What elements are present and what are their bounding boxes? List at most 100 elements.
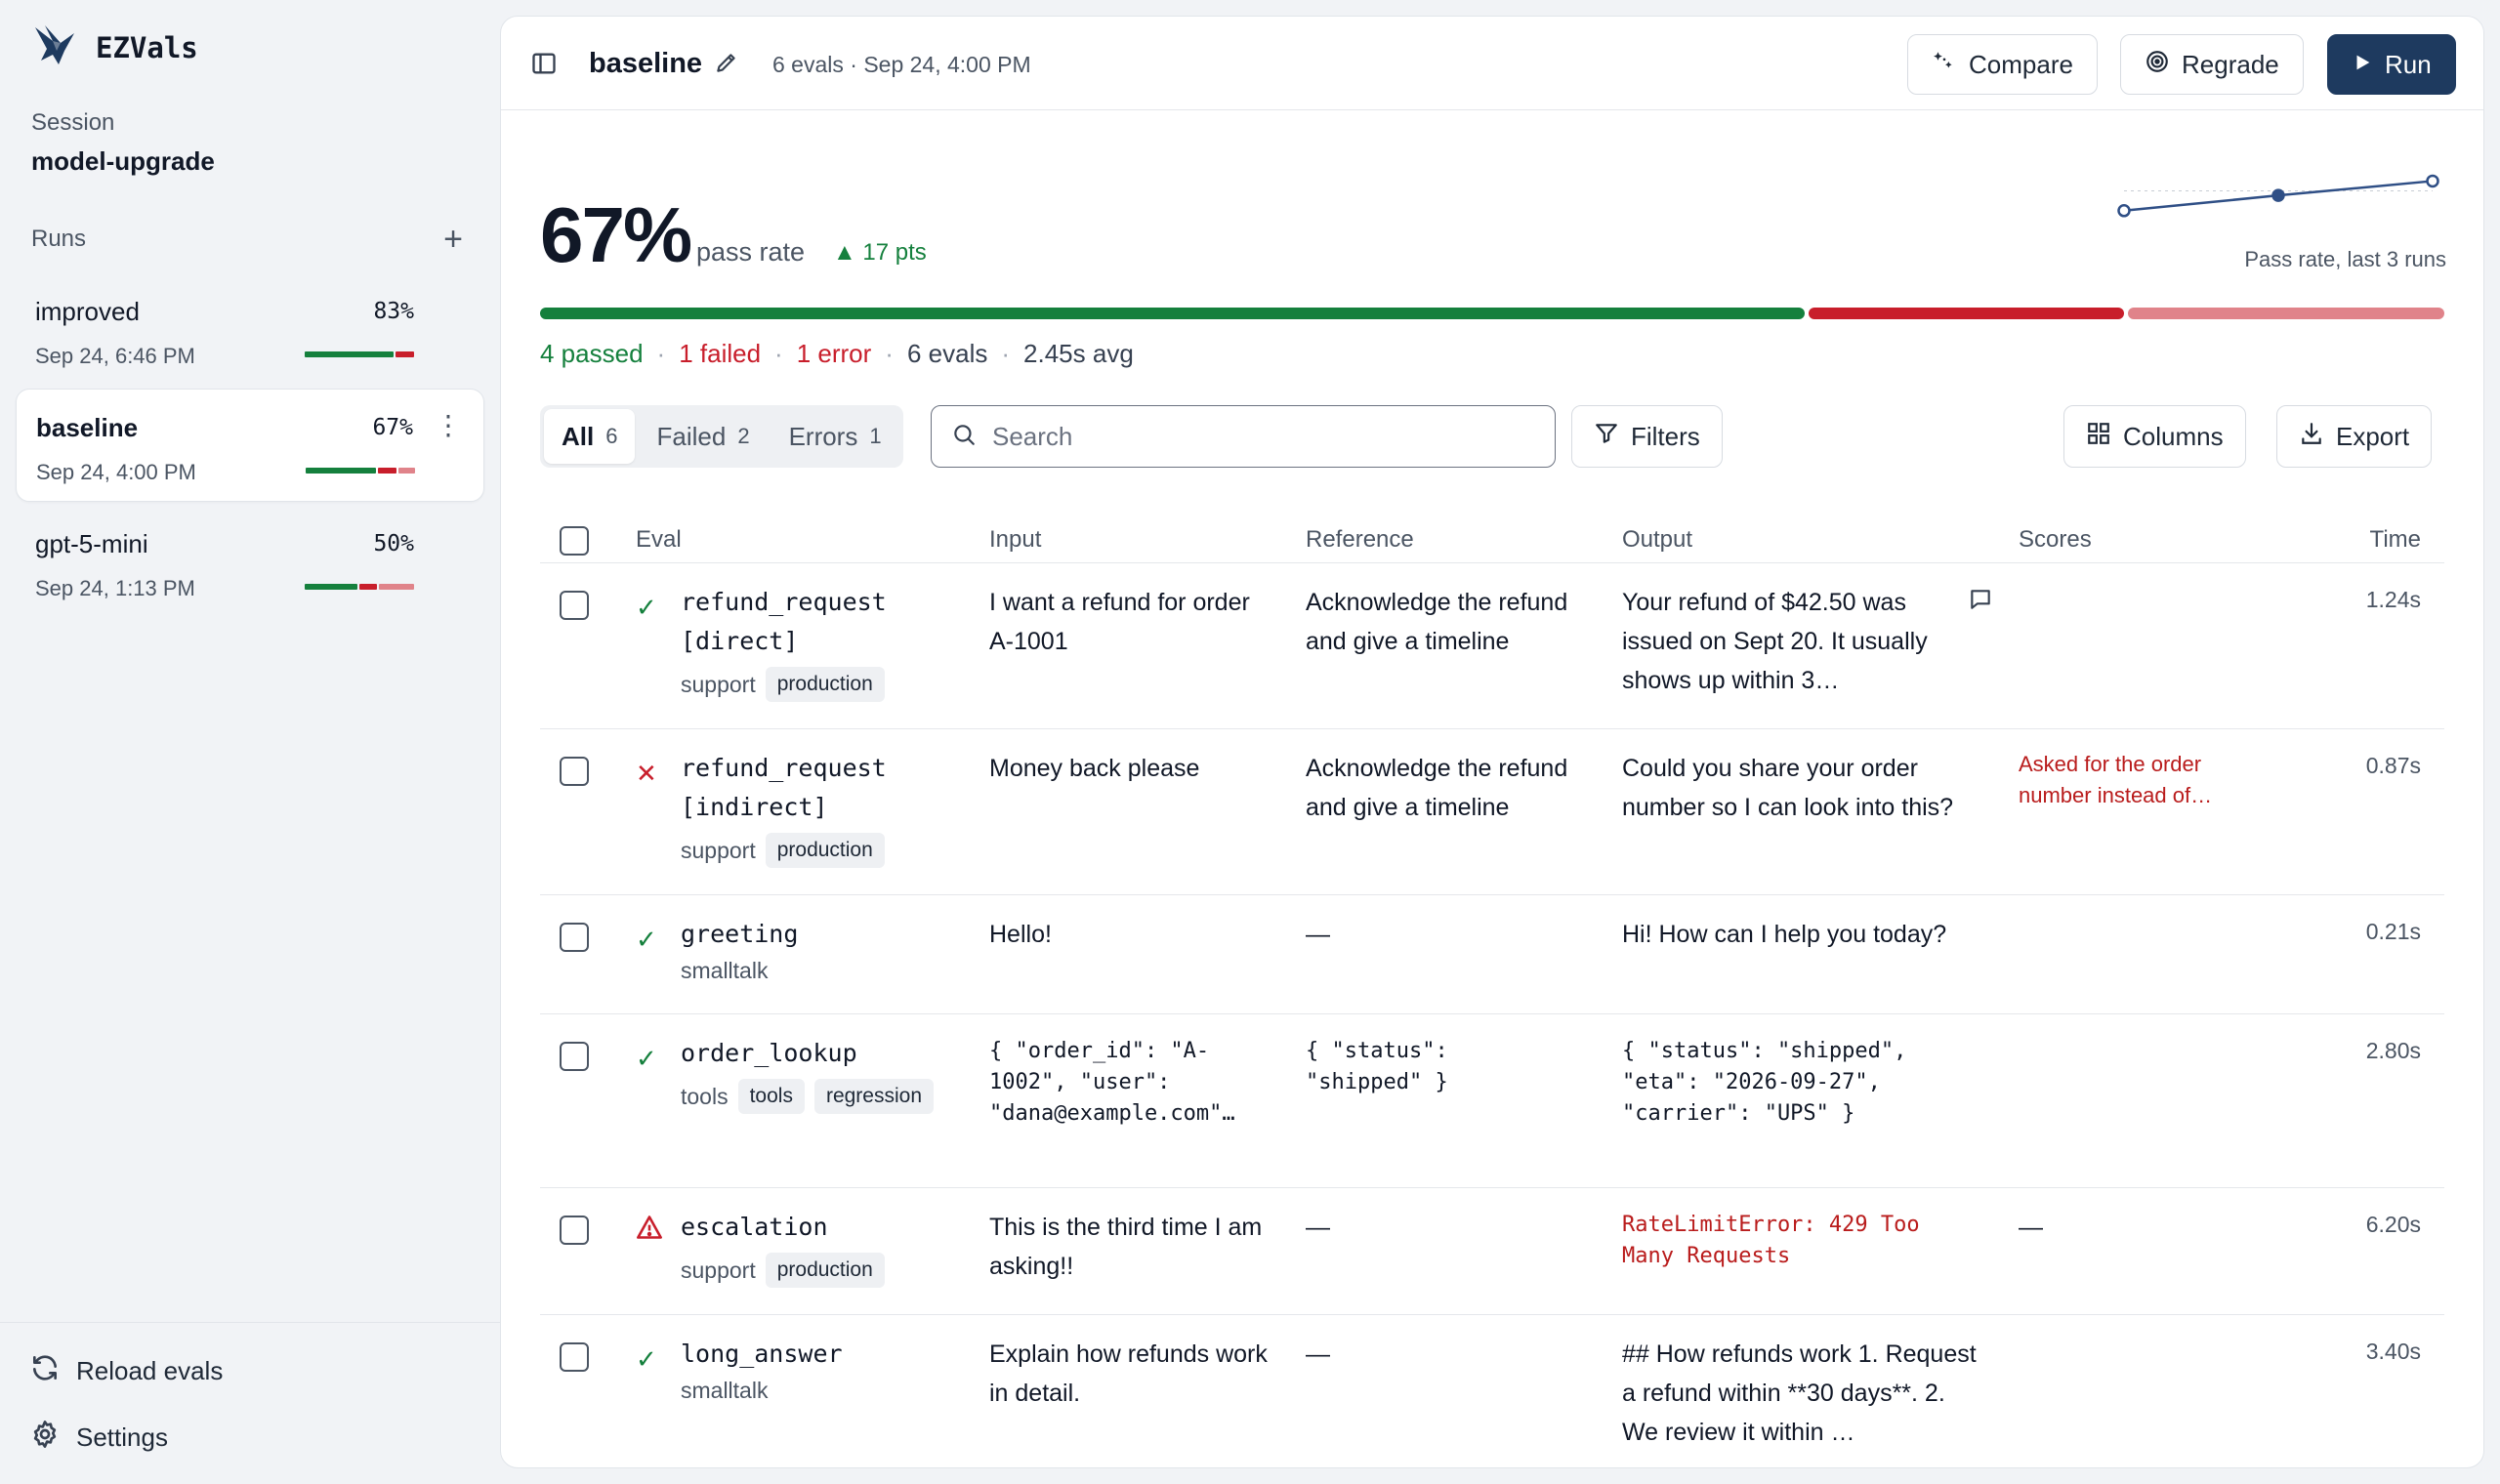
column-header-output[interactable]: Output [1622, 526, 1692, 554]
column-header-scores[interactable]: Scores [2019, 526, 2092, 554]
passed-count[interactable]: 4 passed [540, 339, 644, 369]
runs-title: Runs [31, 226, 87, 252]
tab-failed[interactable]: Failed 2 [639, 409, 767, 464]
row-checkbox[interactable] [560, 923, 589, 952]
time-cell: 2.80s [2365, 1038, 2421, 1063]
tab-count: 2 [737, 424, 750, 448]
tag-pill[interactable]: production [765, 833, 885, 868]
settings-button[interactable]: Settings [29, 1419, 168, 1457]
reload-evals-button[interactable]: Reload evals [29, 1352, 223, 1390]
add-run-plus-icon[interactable]: + [438, 223, 469, 256]
column-header-eval[interactable]: Eval [636, 526, 682, 554]
reference-cell: — [1306, 1340, 1330, 1368]
evals-count: 6 evals [906, 339, 988, 368]
run-item-gpt-5-mini[interactable]: gpt-5-mini 50% Sep 24, 1:13 PM [16, 506, 484, 619]
progress-segment-failed [1808, 308, 2125, 319]
column-header-input[interactable]: Input [989, 526, 1041, 554]
eval-name: order_lookup [681, 1034, 857, 1073]
row-checkbox[interactable] [560, 1342, 589, 1372]
pencil-icon[interactable] [714, 50, 739, 80]
reference-cell: Acknowledge the refund and give a timeli… [1306, 755, 1568, 821]
table-row[interactable]: escalation support production This is th… [540, 1188, 2444, 1315]
reload-evals-label: Reload evals [76, 1356, 224, 1385]
table-header: Eval Input Reference Output Scores Time [540, 501, 2444, 563]
row-checkbox[interactable] [560, 591, 589, 620]
time-cell: 1.24s [2365, 587, 2421, 612]
mini-bar-error [397, 468, 415, 474]
score-cell[interactable]: Asked for the order number instead of… [2019, 749, 2253, 811]
separator-dot: · [885, 339, 894, 368]
run-button[interactable]: Run [2327, 34, 2456, 95]
table-row[interactable]: ✓ refund_request [direct] support produc… [540, 563, 2444, 729]
tab-count: 1 [869, 424, 882, 448]
columns-label: Columns [2123, 421, 2224, 451]
tag-pill[interactable]: regression [813, 1079, 935, 1114]
progress-segment-passed [540, 308, 1805, 319]
run-item-improved[interactable]: improved 83% Sep 24, 6:46 PM [16, 273, 484, 387]
error-count[interactable]: 1 error [797, 339, 872, 369]
failed-count[interactable]: 1 failed [679, 339, 761, 369]
filters-button[interactable]: Filters [1571, 405, 1723, 468]
table-row[interactable]: ✓ long_answer smalltalk Explain how refu… [540, 1315, 2444, 1467]
column-header-reference[interactable]: Reference [1306, 526, 1414, 554]
eval-tags: smalltalk [681, 958, 944, 984]
search-input[interactable] [992, 421, 1535, 452]
progress-segment-error [2128, 308, 2445, 319]
status-filter-tabs: All 6 Failed 2 Errors 1 [540, 405, 903, 468]
row-checkbox[interactable] [560, 1042, 589, 1071]
toggle-sidebar-icon[interactable] [530, 50, 558, 82]
mini-bar-failed [378, 468, 396, 474]
run-date: Sep 24, 4:00 PM [36, 460, 196, 484]
session-name[interactable]: model-upgrade [31, 146, 215, 177]
eval-name-line: greeting [681, 920, 799, 948]
compare-button[interactable]: Compare [1907, 34, 2098, 95]
run-pass-rate: 50% [373, 531, 414, 556]
table-row[interactable]: ✓ greeting smalltalk Hello! — Hi! How ca… [540, 895, 2444, 1014]
sparkline-point[interactable] [2271, 188, 2285, 202]
mini-bar-passed [306, 468, 377, 474]
sparkline-caption: Pass rate, last 3 runs [2244, 247, 2446, 271]
select-all-checkbox[interactable] [560, 526, 589, 556]
run-title: baseline [589, 48, 703, 79]
tag-pill[interactable]: production [765, 667, 885, 702]
run-menu-kebab-icon[interactable]: ⋮ [435, 409, 462, 441]
run-item-baseline[interactable]: baseline 67% ⋮ Sep 24, 4:00 PM [16, 389, 484, 502]
row-checkbox[interactable] [560, 1216, 589, 1245]
grid-icon [2086, 421, 2111, 453]
tab-count: 6 [605, 424, 618, 448]
dataset-label: support [681, 1257, 756, 1283]
dataset-label: smalltalk [681, 958, 769, 983]
column-header-time[interactable]: Time [2370, 526, 2421, 554]
tag-pill[interactable]: production [765, 1253, 885, 1288]
regrade-button[interactable]: Regrade [2120, 34, 2304, 95]
sparkline-point[interactable] [2117, 204, 2131, 218]
table-row[interactable]: ✓ order_lookup tools tools regression { … [540, 1014, 2444, 1188]
tab-errors[interactable]: Errors 1 [771, 409, 899, 464]
dataset-label: support [681, 837, 756, 863]
dataset-label: tools [681, 1083, 729, 1109]
eval-tags: support production [681, 667, 944, 702]
time-cell: 3.40s [2365, 1339, 2421, 1364]
sparkline-point[interactable] [2426, 174, 2439, 188]
tab-label: All [562, 421, 595, 451]
table-row[interactable]: ✕ refund_request [indirect] support prod… [540, 729, 2444, 895]
dataset-label: support [681, 671, 756, 697]
run-mini-bar [306, 468, 415, 474]
run-name: improved [35, 297, 140, 326]
regrade-label: Regrade [2182, 49, 2279, 79]
search-box [931, 405, 1556, 468]
sidebar-footer: Reload evals Settings [0, 1322, 500, 1452]
mini-bar-error [379, 584, 414, 590]
columns-button[interactable]: Columns [2063, 405, 2246, 468]
session-label: Session [31, 109, 115, 136]
comment-icon[interactable] [1968, 587, 1993, 617]
output-cell: Could you share your order number so I c… [1622, 755, 1954, 821]
sidebar: EZVals Session model-upgrade Runs + impr… [0, 0, 500, 1484]
top-bar: baseline 6 evals · Sep 24, 4:00 PM Compa… [501, 17, 2483, 110]
row-checkbox[interactable] [560, 757, 589, 786]
export-button[interactable]: Export [2276, 405, 2433, 468]
tag-pill[interactable]: tools [737, 1079, 805, 1114]
brand[interactable]: EZVals [31, 21, 198, 73]
input-cell: Money back please [989, 755, 1200, 782]
tab-all[interactable]: All 6 [544, 409, 636, 464]
